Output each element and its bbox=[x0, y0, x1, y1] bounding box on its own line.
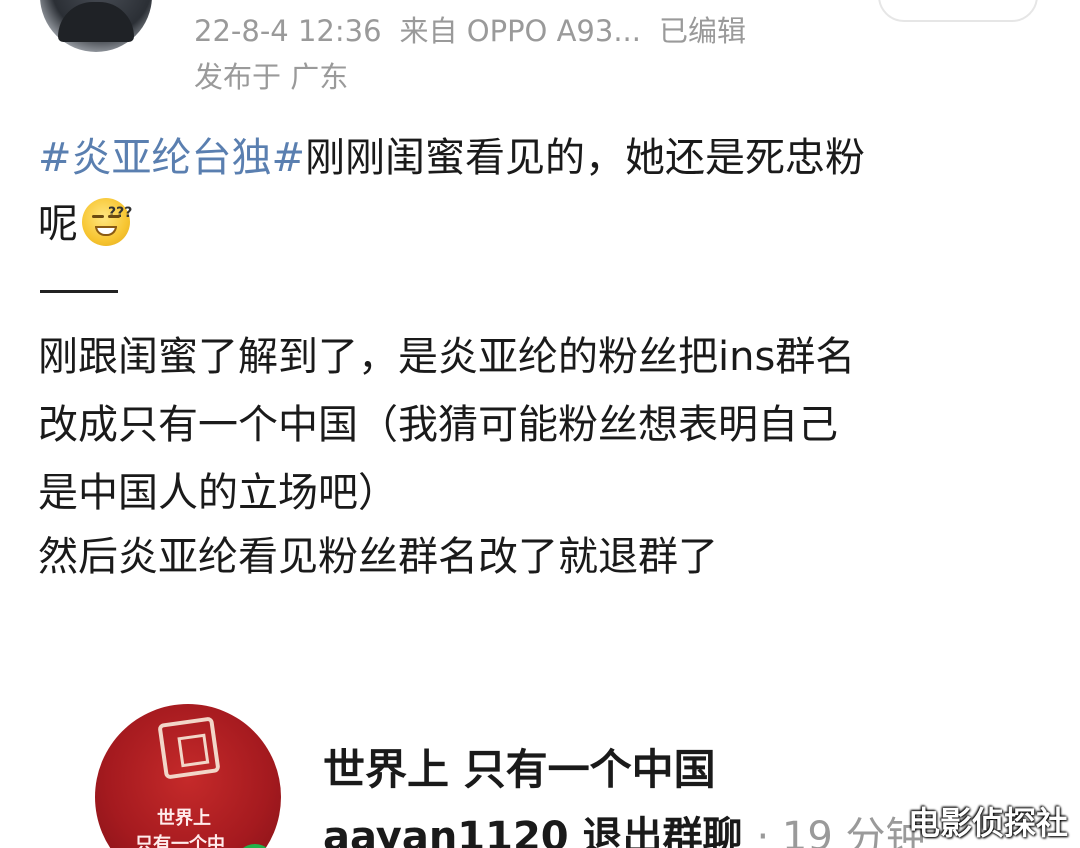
post-text-line-1: #炎亚纶台独#刚刚闺蜜看见的，她还是死忠粉 bbox=[38, 125, 865, 191]
avatar-caption: 世界上 bbox=[157, 808, 211, 829]
post-meta: 22-8-4 12:36 来自 OPPO A93... 已编辑 bbox=[194, 8, 746, 50]
follow-button[interactable] bbox=[878, 0, 1038, 22]
author-avatar[interactable] bbox=[40, 0, 152, 52]
group-last-message: aayan1120 退出群聊 · 19 分钟 bbox=[323, 804, 926, 848]
body-line: 然后炎亚纶看见粉丝群名改了就退群了 bbox=[38, 534, 718, 580]
post-text: 刚刚闺蜜看见的，她还是死忠粉 bbox=[305, 135, 866, 181]
post-timestamp: 22-8-4 12:36 bbox=[194, 14, 382, 48]
post-text: 呢 bbox=[38, 201, 78, 247]
post-location: 发布于 广东 bbox=[194, 60, 349, 94]
message-text: aayan1120 退出群聊 bbox=[323, 814, 743, 848]
body-line: 改成只有一个中国（我猜可能粉丝想表明自己 bbox=[38, 402, 838, 448]
body-line: 刚跟闺蜜了解到了，是炎亚纶的粉丝把ins群名 bbox=[38, 334, 856, 380]
group-avatar[interactable]: 世界上 只有一个中 bbox=[95, 704, 281, 848]
message-time: · 19 分钟 bbox=[756, 814, 926, 848]
avatar-figure bbox=[58, 2, 134, 42]
avatar-caption: 只有一个中 bbox=[135, 834, 225, 848]
weibo-post-screenshot: 22-8-4 12:36 来自 OPPO A93... 已编辑 发布于 广东 #炎亚… bbox=[0, 0, 1080, 848]
sweat-smile-emoji-icon: ??? bbox=[82, 198, 132, 246]
watermark: 电影侦探社 bbox=[908, 804, 1069, 842]
post-text-line-2: 呢??? bbox=[38, 191, 132, 257]
seal-logo-icon bbox=[157, 716, 221, 780]
hashtag-link[interactable]: #炎亚纶台独# bbox=[38, 135, 305, 181]
post-source: 来自 OPPO A93... bbox=[399, 14, 641, 48]
divider bbox=[40, 290, 118, 293]
status-dot-icon bbox=[235, 844, 275, 848]
edited-label: 已编辑 bbox=[659, 14, 747, 48]
group-name[interactable]: 世界上 只有一个中国 bbox=[323, 736, 716, 797]
body-line: 是中国人的立场吧） bbox=[38, 470, 398, 516]
